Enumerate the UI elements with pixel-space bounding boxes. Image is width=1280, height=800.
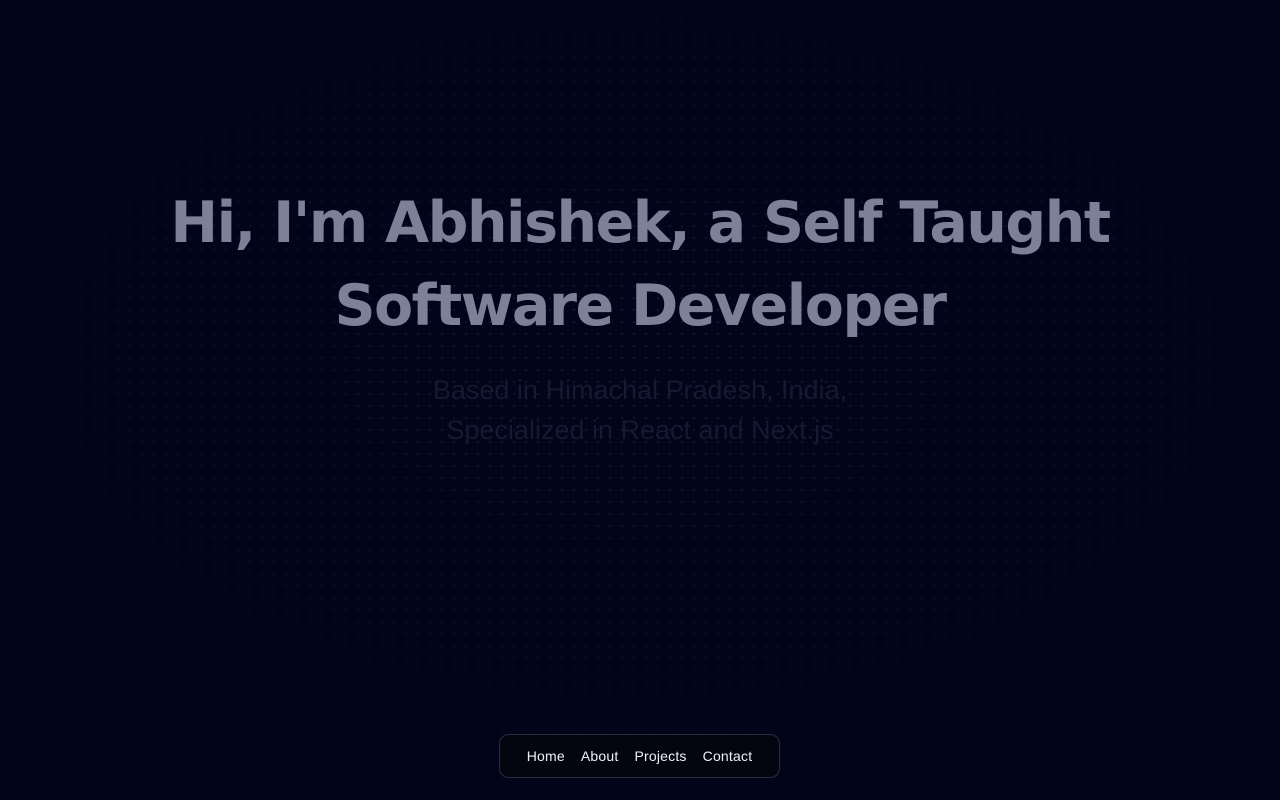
hero-section: Hi, I'm Abhishek, a Self Taught Software… [0, 182, 1280, 450]
bottom-nav-bar: Home About Projects Contact [499, 734, 780, 778]
nav-link-projects[interactable]: Projects [634, 748, 686, 764]
hero-subtitle-line-1: Based in Himachal Pradesh, India, [432, 375, 848, 405]
nav-link-about[interactable]: About [581, 748, 619, 764]
nav-link-contact[interactable]: Contact [703, 748, 753, 764]
hero-title: Hi, I'm Abhishek, a Self Taught Software… [140, 182, 1140, 348]
hero-title-line-2: Software Developer [334, 273, 947, 339]
hero-subtitle: Based in Himachal Pradesh, India, Specia… [290, 370, 990, 450]
hero-subtitle-line-2: Specialized in React and Next.js [446, 415, 834, 445]
nav-link-home[interactable]: Home [527, 748, 565, 764]
hero-title-line-1: Hi, I'm Abhishek, a Self Taught [170, 190, 1111, 256]
